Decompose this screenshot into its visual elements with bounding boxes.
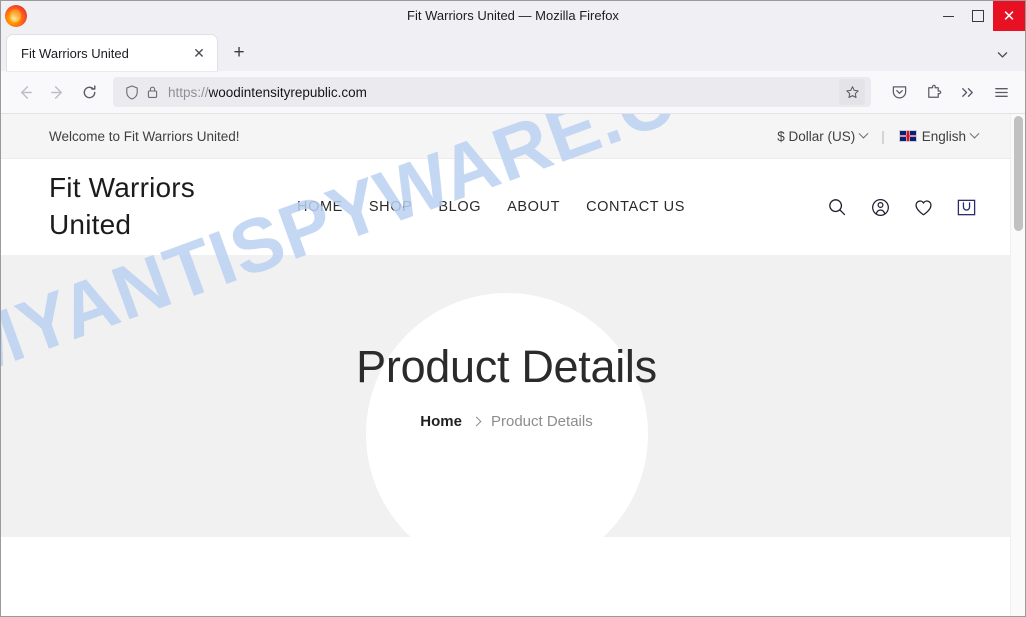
arrow-right-icon — [50, 85, 62, 99]
main-navigation: HOME SHOP BLOG ABOUT CONTACT US — [297, 199, 685, 215]
title-bar: Fit Warriors United — Mozilla Firefox ✕ — [1, 1, 1025, 31]
new-tab-button[interactable]: + — [223, 37, 255, 69]
tab-title: Fit Warriors United — [21, 45, 129, 61]
language-label: English — [921, 128, 966, 144]
url-scheme: https:// — [168, 84, 209, 100]
breadcrumb-current: Product Details — [490, 413, 593, 430]
cart-bag-icon[interactable] — [954, 195, 978, 219]
bookmark-star-icon[interactable] — [839, 79, 865, 105]
breadcrumb: Home Product Details — [1, 413, 1012, 430]
account-icon[interactable] — [868, 195, 892, 219]
web-page: Welcome to Fit Warriors United! $ Dollar… — [1, 114, 1012, 616]
url-text[interactable]: https://woodintensityrepublic.com — [168, 85, 839, 100]
wishlist-heart-icon[interactable] — [911, 195, 935, 219]
hero-section: Product Details Home Product Details — [1, 255, 1012, 537]
url-bar[interactable]: https://woodintensityrepublic.com — [113, 77, 871, 107]
reload-button[interactable] — [73, 76, 105, 108]
nav-item-about[interactable]: ABOUT — [507, 199, 560, 215]
tab-strip: Fit Warriors United ✕ + — [1, 31, 1025, 71]
minimize-button[interactable] — [933, 1, 963, 31]
forward-button[interactable] — [41, 76, 73, 108]
currency-label: $ Dollar (US) — [777, 128, 856, 144]
chevron-down-icon — [969, 128, 980, 139]
plus-icon: + — [233, 42, 245, 63]
arrow-left-icon — [20, 85, 32, 99]
search-icon[interactable] — [825, 195, 849, 219]
chevron-down-icon — [858, 128, 869, 139]
site-logo[interactable]: Fit Warriors United — [49, 170, 269, 244]
site-header: Fit Warriors United HOME SHOP BLOG ABOUT… — [1, 159, 1012, 255]
nav-item-shop[interactable]: SHOP — [369, 199, 413, 215]
pocket-save-icon[interactable] — [883, 76, 915, 108]
window-controls: ✕ — [933, 1, 1025, 31]
page-viewport: Welcome to Fit Warriors United! $ Dollar… — [1, 114, 1025, 616]
maximize-button[interactable] — [963, 1, 993, 31]
breadcrumb-home-link[interactable]: Home — [420, 413, 462, 430]
uk-flag-icon — [898, 130, 917, 142]
page-title: Product Details — [356, 341, 657, 392]
separator: | — [881, 128, 885, 144]
hero-content: Product Details Home Product Details — [1, 255, 1012, 430]
url-domain: woodintensityrepublic.com — [208, 84, 367, 100]
page-body-below-hero — [1, 537, 1012, 616]
toolbar-icons — [883, 76, 1017, 108]
announcement-controls: $ Dollar (US) | English — [777, 128, 980, 144]
announcement-bar: Welcome to Fit Warriors United! $ Dollar… — [1, 114, 1012, 159]
navigation-toolbar: https://woodintensityrepublic.com — [1, 71, 1025, 114]
tab-fit-warriors-united[interactable]: Fit Warriors United ✕ — [7, 35, 217, 71]
browser-window: Fit Warriors United — Mozilla Firefox ✕ … — [0, 0, 1026, 617]
list-all-tabs-button[interactable] — [989, 41, 1015, 67]
nav-item-contact-us[interactable]: CONTACT US — [586, 199, 685, 215]
overflow-chevrons-icon[interactable] — [951, 76, 983, 108]
currency-selector[interactable]: $ Dollar (US) — [777, 128, 869, 144]
close-icon: ✕ — [1002, 7, 1016, 25]
lock-padlock-icon[interactable] — [142, 82, 162, 102]
chevron-right-icon — [471, 416, 482, 427]
chevron-down-icon — [997, 51, 1007, 58]
tab-close-icon[interactable]: ✕ — [189, 43, 209, 63]
nav-item-blog[interactable]: BLOG — [438, 199, 481, 215]
welcome-message: Welcome to Fit Warriors United! — [49, 128, 240, 144]
back-button[interactable] — [9, 76, 41, 108]
window-title: Fit Warriors United — Mozilla Firefox — [407, 8, 619, 23]
header-icon-group — [825, 195, 978, 219]
scrollbar-thumb[interactable] — [1014, 116, 1023, 231]
nav-item-home[interactable]: HOME — [297, 199, 343, 215]
language-selector[interactable]: English — [898, 128, 980, 144]
page-scrollbar[interactable] — [1010, 114, 1025, 616]
reload-icon — [83, 84, 95, 98]
tracking-protection-shield-icon[interactable] — [122, 82, 142, 102]
close-window-button[interactable]: ✕ — [993, 1, 1025, 31]
app-menu-hamburger-icon[interactable] — [985, 76, 1017, 108]
firefox-logo-icon — [5, 5, 27, 27]
extensions-puzzle-icon[interactable] — [917, 76, 949, 108]
